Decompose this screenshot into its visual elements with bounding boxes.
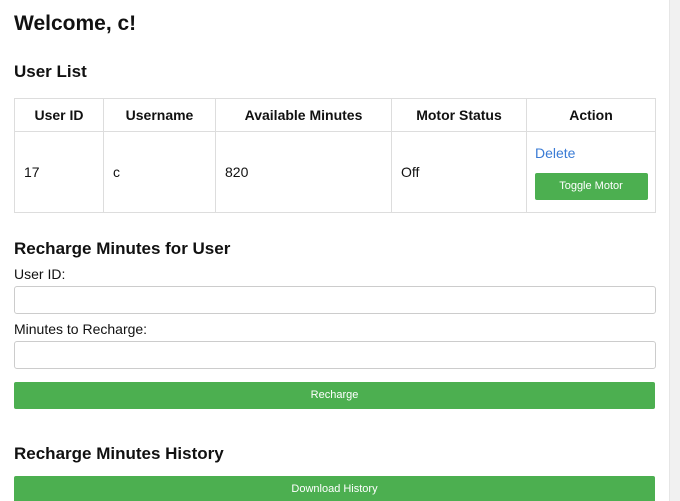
user-table: User ID Username Available Minutes Motor… <box>14 98 656 213</box>
user-id-input[interactable] <box>14 286 656 314</box>
table-row: 17 c 820 Off Delete Toggle Motor <box>14 131 656 213</box>
welcome-heading: Welcome, c! <box>14 12 137 35</box>
recharge-heading: Recharge Minutes for User <box>14 239 231 258</box>
scrollbar[interactable] <box>669 0 680 501</box>
cell-available-minutes: 820 <box>215 131 392 213</box>
user-list-heading: User List <box>14 62 87 81</box>
col-available-minutes: Available Minutes <box>215 98 392 132</box>
delete-link[interactable]: Delete <box>535 145 655 161</box>
user-id-label: User ID: <box>14 266 66 282</box>
cell-action: Delete Toggle Motor <box>526 131 656 213</box>
minutes-label: Minutes to Recharge: <box>14 321 148 337</box>
page: Welcome, c! User List User ID Username A… <box>0 0 670 501</box>
cell-username: c <box>103 131 216 213</box>
download-history-button[interactable]: Download History <box>14 476 655 501</box>
toggle-motor-button[interactable]: Toggle Motor <box>534 172 648 200</box>
cell-user-id: 17 <box>14 131 104 213</box>
col-user-id: User ID <box>14 98 104 132</box>
history-heading: Recharge Minutes History <box>14 444 224 463</box>
col-motor-status: Motor Status <box>391 98 527 132</box>
minutes-input[interactable] <box>14 341 656 369</box>
cell-motor-status: Off <box>391 131 527 213</box>
col-username: Username <box>103 98 216 132</box>
col-action: Action <box>526 98 656 132</box>
recharge-button[interactable]: Recharge <box>14 382 655 409</box>
table-header-row: User ID Username Available Minutes Motor… <box>14 98 656 132</box>
